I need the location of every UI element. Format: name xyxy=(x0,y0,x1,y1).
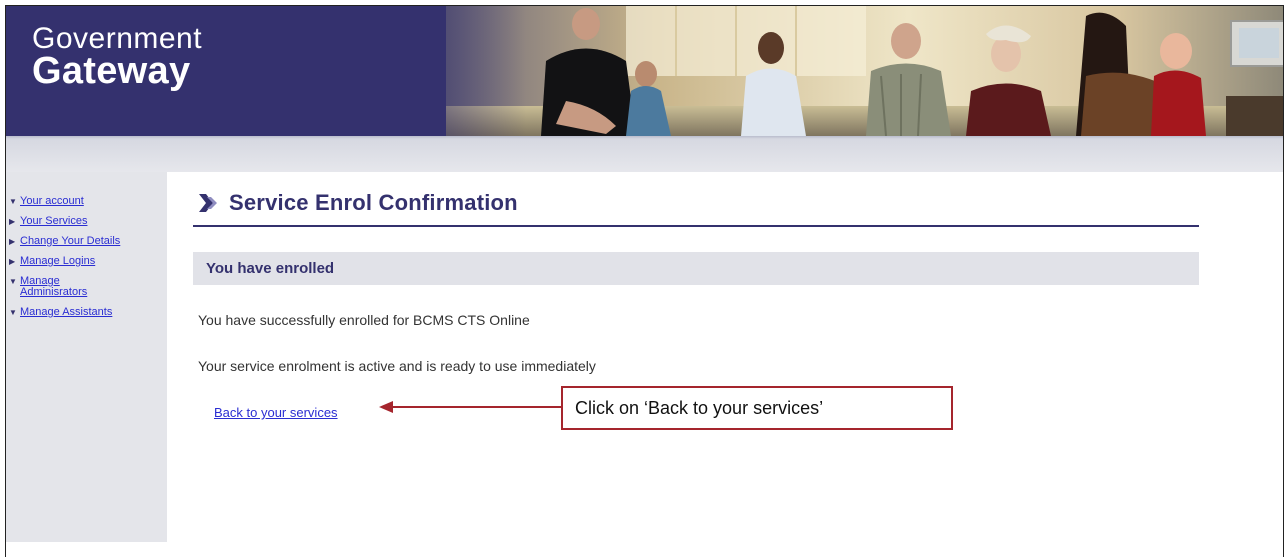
chevron-down-icon: ▼ xyxy=(9,308,17,317)
section-heading-text: You have enrolled xyxy=(206,260,335,277)
section-heading: You have enrolled xyxy=(193,252,1199,285)
sidebar-item-manage-logins[interactable]: ▶ Manage Logins xyxy=(9,256,167,267)
sidebar-item-manage-administrators[interactable]: ▼ Manage Adminisrators xyxy=(9,276,167,298)
double-chevron-icon xyxy=(199,194,217,212)
chevron-down-icon: ▼ xyxy=(9,277,17,286)
sidebar-item-your-services[interactable]: ▶ Your Services xyxy=(9,216,167,227)
logo-line2: Gateway xyxy=(32,50,191,92)
header-banner: Government Gateway xyxy=(6,6,1283,136)
chevron-right-icon: ▶ xyxy=(9,217,16,226)
annotation-arrow xyxy=(379,401,563,413)
government-gateway-logo[interactable]: Government Gateway xyxy=(32,24,202,92)
sidebar-nav: ▼ Your account ▶ Your Services ▶ Change … xyxy=(6,172,167,318)
browser-frame: Government Gateway ▼ Your account ▶ Your… xyxy=(5,5,1284,557)
chevron-down-icon: ▼ xyxy=(9,197,17,206)
enrol-active-message: Your service enrolment is active and is … xyxy=(198,358,596,374)
sidebar-item-your-account[interactable]: ▼ Your account xyxy=(9,196,167,207)
sidebar-item-label[interactable]: Your account xyxy=(20,196,84,207)
sidebar-item-label[interactable]: Your Services xyxy=(20,216,87,227)
header-band xyxy=(6,136,1283,172)
annotation-callout: Click on ‘Back to your services’ xyxy=(561,386,953,430)
banner-photo xyxy=(446,6,1283,136)
page-title: Service Enrol Confirmation xyxy=(229,190,518,215)
sidebar-item-label[interactable]: Manage Logins xyxy=(20,256,95,267)
sidebar-item-label[interactable]: Manage Adminisrators xyxy=(20,276,87,298)
sidebar-item-label[interactable]: Change Your Details xyxy=(20,236,120,247)
main-content: Service Enrol Confirmation You have enro… xyxy=(167,172,1283,557)
sidebar-item-label-line2: Adminisrators xyxy=(20,286,88,298)
annotation-callout-text: Click on ‘Back to your services’ xyxy=(575,397,824,418)
page-title-row: Service Enrol Confirmation xyxy=(197,190,518,216)
back-to-services-link[interactable]: Back to your services xyxy=(214,405,338,420)
sidebar-item-change-your-details[interactable]: ▶ Change Your Details xyxy=(9,236,167,247)
sidebar: ▼ Your account ▶ Your Services ▶ Change … xyxy=(6,172,167,542)
chevron-right-icon: ▶ xyxy=(9,237,16,246)
chevron-right-icon: ▶ xyxy=(9,257,16,266)
enrol-success-message: You have successfully enrolled for BCMS … xyxy=(198,312,530,328)
sidebar-item-label[interactable]: Manage Assistants xyxy=(20,307,112,318)
sidebar-item-manage-assistants[interactable]: ▼ Manage Assistants xyxy=(9,307,167,318)
title-divider xyxy=(193,225,1199,227)
